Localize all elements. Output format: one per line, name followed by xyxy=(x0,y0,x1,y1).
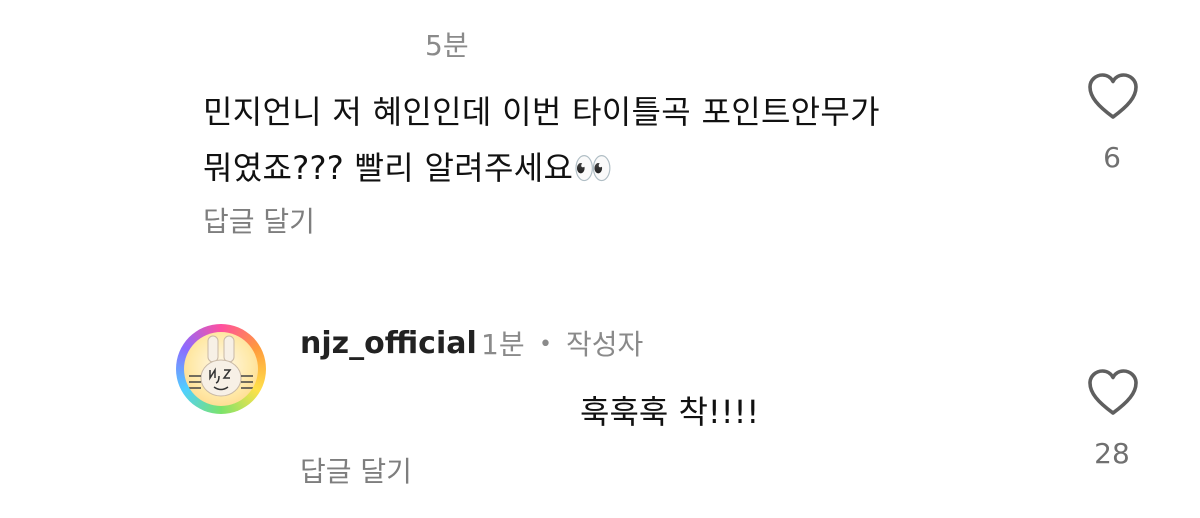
comment-text-line-2: 뭐였죠??? 빨리 알려주세요👀 xyxy=(203,149,614,187)
avatar-image xyxy=(184,332,258,406)
comment-text: 민지언니 저 혜인인데 이번 타이틀곡 포인트안무가 뭐였죠??? 빨리 알려주… xyxy=(203,84,1003,196)
like-count: 28 xyxy=(1094,437,1130,470)
comment-timestamp: 1분 xyxy=(481,328,525,361)
reply-button[interactable]: 답글 달기 xyxy=(300,452,412,492)
bunny-face-icon xyxy=(189,335,253,397)
like-button[interactable] xyxy=(1086,72,1140,122)
comment-text: 훅훅훅 착!!!! xyxy=(580,393,760,431)
avatar[interactable] xyxy=(176,324,266,414)
like-button[interactable] xyxy=(1086,368,1140,418)
comment-text-line-1: 민지언니 저 혜인인데 이번 타이틀곡 포인트안무가 xyxy=(203,93,880,131)
heart-outline-icon xyxy=(1088,73,1138,119)
separator-dot: • xyxy=(539,332,552,357)
heart-outline-icon xyxy=(1088,369,1138,415)
reply-button[interactable]: 답글 달기 xyxy=(203,202,315,242)
like-count: 6 xyxy=(1103,141,1121,174)
comment-timestamp: 5분 xyxy=(425,29,469,62)
author-badge: 작성자 xyxy=(566,328,644,361)
comment-username[interactable]: njz_official xyxy=(300,324,477,364)
